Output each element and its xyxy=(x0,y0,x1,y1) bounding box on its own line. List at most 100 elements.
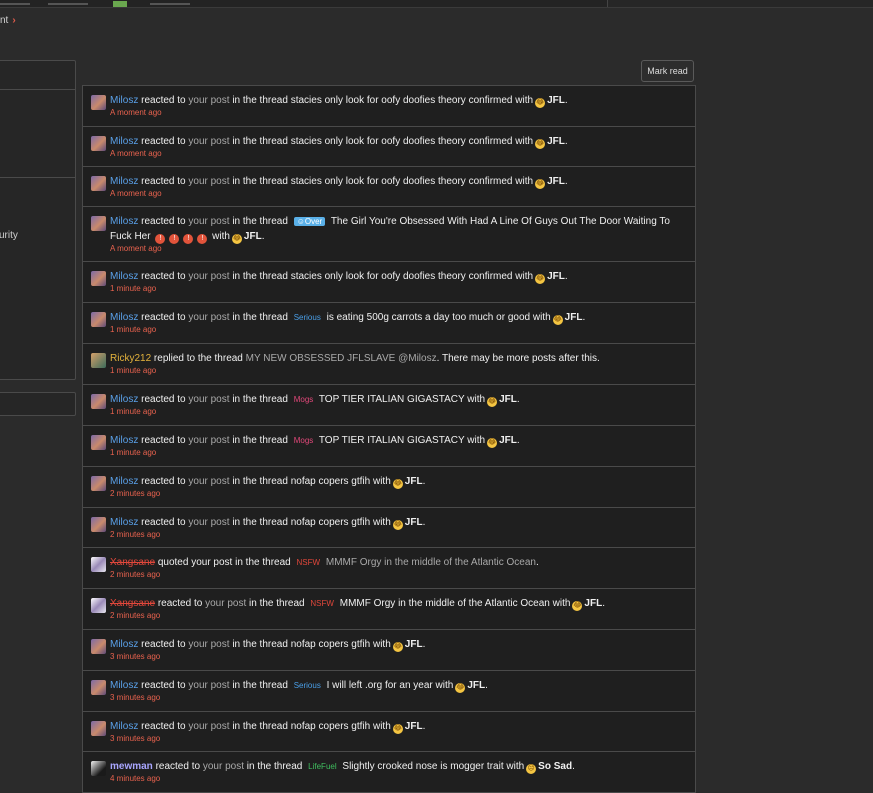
username-link[interactable]: Milosz xyxy=(110,394,138,405)
thread-prefix-badge[interactable]: Serious xyxy=(294,681,321,690)
timestamp[interactable]: 1 minute ago xyxy=(110,447,687,459)
avatar[interactable] xyxy=(91,216,106,231)
thread-prefix-badge[interactable]: NSFW xyxy=(297,558,321,567)
thread-link[interactable]: Slightly crooked nose is mogger trait xyxy=(342,761,503,772)
avatar[interactable] xyxy=(91,517,106,532)
username-link[interactable]: Milosz xyxy=(110,639,138,650)
notification-item[interactable]: Xangsane quoted your post in the thread … xyxy=(83,548,695,589)
thread-link[interactable]: nofap copers gtfih xyxy=(291,517,371,528)
post-link[interactable]: your post xyxy=(188,136,229,147)
avatar[interactable] xyxy=(91,136,106,151)
thread-link[interactable]: stacies only look for oofy doofies theor… xyxy=(291,95,513,106)
username-link[interactable]: mewman xyxy=(110,761,153,772)
timestamp[interactable]: 1 minute ago xyxy=(110,365,687,377)
thread-link-continued[interactable]: Fuck Her xyxy=(110,231,151,242)
username-link[interactable]: Milosz xyxy=(110,721,138,732)
thread-link[interactable]: TOP TIER ITALIAN GIGASTACY xyxy=(319,435,465,446)
notification-item[interactable]: Milosz reacted to your post in the threa… xyxy=(83,385,695,426)
notification-item[interactable]: Ricky212 replied to the thread MY NEW OB… xyxy=(83,344,695,385)
timestamp[interactable]: 4 minutes ago xyxy=(110,773,687,785)
thread-link[interactable]: The Girl You're Obsessed With Had A Line… xyxy=(331,216,670,227)
thread-prefix-badge[interactable]: Mogs xyxy=(294,395,314,404)
timestamp[interactable]: 3 minutes ago xyxy=(110,692,687,704)
breadcrumb[interactable]: nt › xyxy=(0,15,16,26)
avatar[interactable] xyxy=(91,639,106,654)
username-link[interactable]: Milosz xyxy=(110,476,138,487)
username-link[interactable]: Milosz xyxy=(110,216,138,227)
thread-prefix-badge[interactable]: LifeFuel xyxy=(308,762,336,771)
timestamp[interactable]: 2 minutes ago xyxy=(110,488,687,500)
notification-item[interactable]: Milosz reacted to your post in the threa… xyxy=(83,426,695,467)
thread-link[interactable]: MY NEW OBSESSED JFLSLAVE @Milosz xyxy=(246,353,437,364)
thread-link[interactable]: stacies only look for oofy doofies theor… xyxy=(291,176,513,187)
post-link[interactable]: your post xyxy=(205,598,246,609)
notification-item[interactable]: Milosz reacted to your post in the threa… xyxy=(83,712,695,752)
nav-fragment[interactable] xyxy=(150,3,190,5)
thread-prefix-badge[interactable]: NSFW xyxy=(310,599,334,608)
timestamp[interactable]: A moment ago xyxy=(110,148,687,160)
post-link[interactable]: your post xyxy=(188,95,229,106)
username-link[interactable]: Milosz xyxy=(110,271,138,282)
thread-link[interactable]: MMMF Orgy in the middle of the Atlantic … xyxy=(340,598,550,609)
thread-link[interactable]: nofap copers gtfih xyxy=(291,639,371,650)
username-link[interactable]: Milosz xyxy=(110,136,138,147)
nav-fragment[interactable] xyxy=(0,3,30,5)
avatar[interactable] xyxy=(91,721,106,736)
timestamp[interactable]: 1 minute ago xyxy=(110,324,687,336)
sidebar-item-security[interactable]: urity xyxy=(0,230,18,241)
avatar[interactable] xyxy=(91,353,106,368)
username-link[interactable]: Milosz xyxy=(110,517,138,528)
avatar[interactable] xyxy=(91,394,106,409)
avatar[interactable] xyxy=(91,435,106,450)
sidebar-footer-box[interactable] xyxy=(0,392,76,416)
thread-prefix-badge[interactable]: Serious xyxy=(294,313,321,322)
thread-link[interactable]: is eating 500g carrots a day too much or… xyxy=(327,312,530,323)
notification-item[interactable]: Milosz reacted to your post in the threa… xyxy=(83,127,695,167)
notification-item[interactable]: Milosz reacted to your post in the threa… xyxy=(83,630,695,671)
username-link[interactable]: Xangsane xyxy=(110,598,155,609)
timestamp[interactable]: A moment ago xyxy=(110,188,687,200)
notification-item[interactable]: Milosz reacted to your post in the threa… xyxy=(83,262,695,303)
post-link[interactable]: your post xyxy=(188,312,229,323)
thread-prefix-badge[interactable]: Mogs xyxy=(294,436,314,445)
post-link[interactable]: your post xyxy=(188,176,229,187)
username-link[interactable]: Xangsane xyxy=(110,557,155,568)
post-link[interactable]: your post xyxy=(188,435,229,446)
username-link[interactable]: Milosz xyxy=(110,680,138,691)
timestamp[interactable]: 1 minute ago xyxy=(110,283,687,295)
timestamp[interactable]: 2 minutes ago xyxy=(110,569,687,581)
post-link[interactable]: your post xyxy=(188,216,229,227)
post-link[interactable]: your post xyxy=(188,639,229,650)
post-link[interactable]: your post xyxy=(188,271,229,282)
notification-item[interactable]: Milosz reacted to your post in the threa… xyxy=(83,671,695,712)
post-link[interactable]: your post xyxy=(203,761,244,772)
breadcrumb-item[interactable]: nt xyxy=(0,15,8,26)
thread-link[interactable]: MMMF Orgy in the middle of the Atlantic … xyxy=(326,557,536,568)
timestamp[interactable]: A moment ago xyxy=(110,243,687,255)
thread-link[interactable]: stacies only look for oofy doofies theor… xyxy=(291,136,513,147)
nav-fragment[interactable] xyxy=(48,3,88,5)
thread-link[interactable]: I will left .org for an year xyxy=(327,680,433,691)
avatar[interactable] xyxy=(91,598,106,613)
notification-item[interactable]: Milosz reacted to your post in the threa… xyxy=(83,508,695,548)
avatar[interactable] xyxy=(91,761,106,776)
post-link[interactable]: your post xyxy=(191,557,232,568)
thread-link[interactable]: stacies only look for oofy doofies theor… xyxy=(291,271,513,282)
notification-item[interactable]: Milosz reacted to your post in the threa… xyxy=(83,467,695,508)
thread-link[interactable]: nofap copers gtfih xyxy=(291,476,371,487)
avatar[interactable] xyxy=(91,312,106,327)
notification-item[interactable]: Milosz reacted to your post in the threa… xyxy=(83,303,695,344)
notification-item[interactable]: Milosz reacted to your post in the threa… xyxy=(83,86,695,127)
username-link[interactable]: Ricky212 xyxy=(110,353,151,364)
avatar[interactable] xyxy=(91,271,106,286)
timestamp[interactable]: 2 minutes ago xyxy=(110,610,687,622)
post-link[interactable]: your post xyxy=(188,394,229,405)
username-link[interactable]: Milosz xyxy=(110,312,138,323)
username-link[interactable]: Milosz xyxy=(110,176,138,187)
notification-item[interactable]: Xangsane reacted to your post in the thr… xyxy=(83,589,695,630)
thread-link[interactable]: TOP TIER ITALIAN GIGASTACY xyxy=(319,394,465,405)
timestamp[interactable]: 1 minute ago xyxy=(110,406,687,418)
notification-item[interactable]: Milosz reacted to your post in the threa… xyxy=(83,167,695,207)
avatar[interactable] xyxy=(91,557,106,572)
avatar[interactable] xyxy=(91,176,106,191)
